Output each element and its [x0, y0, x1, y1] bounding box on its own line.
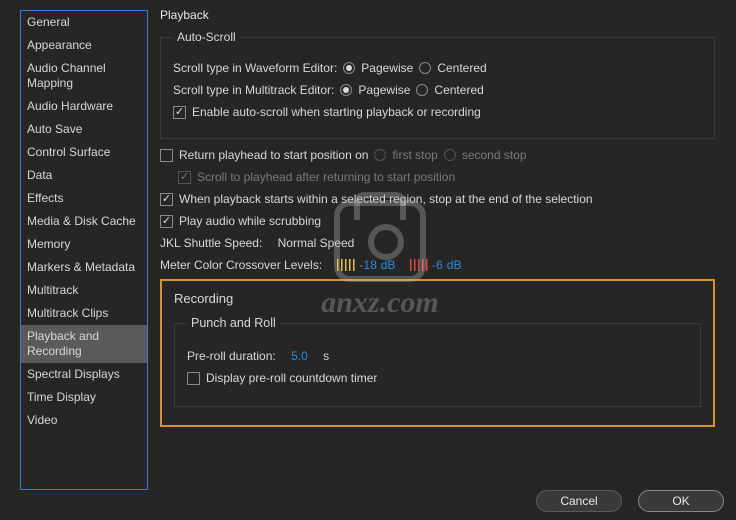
- scroll-multitrack-pagewise-radio[interactable]: [340, 84, 352, 96]
- sidebar-item-auto-save[interactable]: Auto Save: [21, 118, 147, 141]
- scroll-waveform-centered-label: Centered: [437, 60, 486, 76]
- auto-scroll-group: Auto-Scroll Scroll type in Waveform Edit…: [160, 30, 715, 139]
- preferences-dialog: General Appearance Audio Channel Mapping…: [0, 0, 736, 520]
- punch-and-roll-legend: Punch and Roll: [187, 316, 280, 330]
- shuttle-speed-label: JKL Shuttle Speed:: [160, 235, 262, 251]
- main-panel: Playback Auto-Scroll Scroll type in Wave…: [160, 8, 715, 427]
- first-stop-radio: [374, 149, 386, 161]
- sidebar-item-time-display[interactable]: Time Display: [21, 386, 147, 409]
- scroll-waveform-pagewise-label: Pagewise: [361, 60, 413, 76]
- return-playhead-label: Return playhead to start position on: [179, 147, 368, 163]
- second-stop-radio: [444, 149, 456, 161]
- scrubbing-checkbox[interactable]: [160, 215, 173, 228]
- scroll-multitrack-label: Scroll type in Multitrack Editor:: [173, 82, 334, 98]
- scroll-waveform-label: Scroll type in Waveform Editor:: [173, 60, 337, 76]
- shuttle-speed-value[interactable]: Normal Speed: [278, 235, 355, 251]
- sidebar-item-multitrack-clips[interactable]: Multitrack Clips: [21, 302, 147, 325]
- preroll-countdown-label: Display pre-roll countdown timer: [206, 370, 377, 386]
- meter-yellow-ticks-icon: [337, 259, 355, 271]
- scroll-waveform-centered-radio[interactable]: [419, 62, 431, 74]
- auto-scroll-legend: Auto-Scroll: [173, 30, 240, 44]
- enable-autoscroll-checkbox[interactable]: [173, 106, 186, 119]
- scroll-multitrack-centered-label: Centered: [434, 82, 483, 98]
- sidebar-item-audio-channel-mapping[interactable]: Audio Channel Mapping: [21, 57, 147, 95]
- stop-at-end-checkbox[interactable]: [160, 193, 173, 206]
- punch-and-roll-group: Punch and Roll Pre-roll duration: 5.0 s …: [174, 316, 701, 407]
- meter-high-db-unit: dB: [447, 257, 462, 273]
- preroll-duration-value[interactable]: 5.0: [291, 348, 308, 364]
- preroll-duration-unit: s: [323, 348, 329, 364]
- meter-low-db[interactable]: -18: [359, 257, 376, 273]
- scroll-to-playhead-label: Scroll to playhead after returning to st…: [197, 169, 455, 185]
- meter-low-db-unit: dB: [381, 257, 396, 273]
- scrubbing-label: Play audio while scrubbing: [179, 213, 321, 229]
- scroll-multitrack-pagewise-label: Pagewise: [358, 82, 410, 98]
- sidebar-item-control-surface[interactable]: Control Surface: [21, 141, 147, 164]
- sidebar-item-media-disk-cache[interactable]: Media & Disk Cache: [21, 210, 147, 233]
- stop-at-end-label: When playback starts within a selected r…: [179, 191, 593, 207]
- playback-section-title: Playback: [160, 8, 715, 22]
- meter-levels-label: Meter Color Crossover Levels:: [160, 257, 322, 273]
- sidebar-item-playback-recording[interactable]: Playback and Recording: [21, 325, 147, 363]
- sidebar-item-memory[interactable]: Memory: [21, 233, 147, 256]
- sidebar-item-audio-hardware[interactable]: Audio Hardware: [21, 95, 147, 118]
- recording-section-title: Recording: [174, 291, 701, 306]
- ok-button[interactable]: OK: [638, 490, 724, 512]
- sidebar-item-video[interactable]: Video: [21, 409, 147, 432]
- first-stop-label: first stop: [392, 147, 437, 163]
- dialog-footer: Cancel OK: [536, 490, 724, 512]
- preroll-duration-label: Pre-roll duration:: [187, 348, 276, 364]
- second-stop-label: second stop: [462, 147, 527, 163]
- preroll-countdown-checkbox[interactable]: [187, 372, 200, 385]
- sidebar-item-data[interactable]: Data: [21, 164, 147, 187]
- sidebar-item-markers-metadata[interactable]: Markers & Metadata: [21, 256, 147, 279]
- scroll-to-playhead-checkbox: [178, 171, 191, 184]
- sidebar-item-effects[interactable]: Effects: [21, 187, 147, 210]
- recording-highlight-frame: Recording Punch and Roll Pre-roll durati…: [160, 279, 715, 427]
- meter-levels-control[interactable]: -18 dB -6 dB: [337, 257, 461, 273]
- return-playhead-checkbox[interactable]: [160, 149, 173, 162]
- scroll-waveform-pagewise-radio[interactable]: [343, 62, 355, 74]
- cancel-button[interactable]: Cancel: [536, 490, 622, 512]
- sidebar-item-general[interactable]: General: [21, 11, 147, 34]
- meter-high-db[interactable]: -6: [432, 257, 443, 273]
- meter-red-ticks-icon: [410, 259, 428, 271]
- sidebar-item-appearance[interactable]: Appearance: [21, 34, 147, 57]
- enable-autoscroll-label: Enable auto-scroll when starting playbac…: [192, 104, 481, 120]
- sidebar-item-spectral-displays[interactable]: Spectral Displays: [21, 363, 147, 386]
- scroll-multitrack-centered-radio[interactable]: [416, 84, 428, 96]
- category-sidebar: General Appearance Audio Channel Mapping…: [20, 10, 148, 490]
- sidebar-item-multitrack[interactable]: Multitrack: [21, 279, 147, 302]
